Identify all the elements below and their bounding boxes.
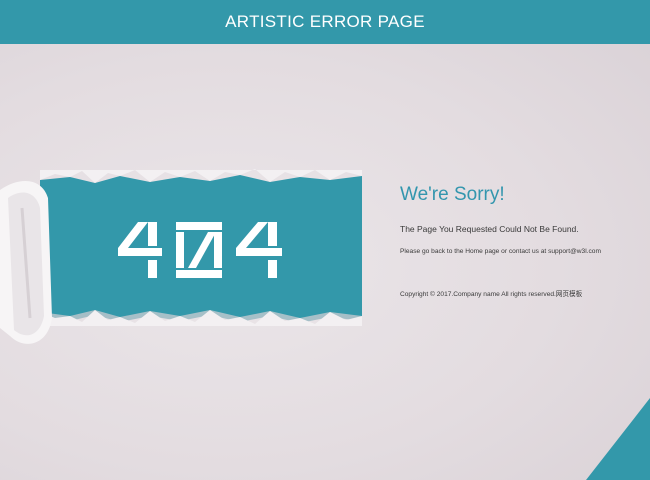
- sorry-heading: We're Sorry!: [400, 184, 505, 205]
- error-code-404: 404: [118, 222, 282, 278]
- digit-zero: [176, 222, 222, 278]
- page-title: ARTISTIC ERROR PAGE: [225, 12, 425, 31]
- digit-four-left: [118, 222, 162, 278]
- not-found-message: The Page You Requested Could Not Be Foun…: [400, 224, 579, 234]
- copyright-text: Copyright © 2017.Company name All rights…: [400, 291, 583, 298]
- error-message-block: We're Sorry! The Page You Requested Coul…: [400, 184, 640, 255]
- digit-four-right: [236, 222, 282, 278]
- help-message: Please go back to the Home page or conta…: [400, 248, 601, 255]
- header-bar: ARTISTIC ERROR PAGE: [0, 0, 650, 44]
